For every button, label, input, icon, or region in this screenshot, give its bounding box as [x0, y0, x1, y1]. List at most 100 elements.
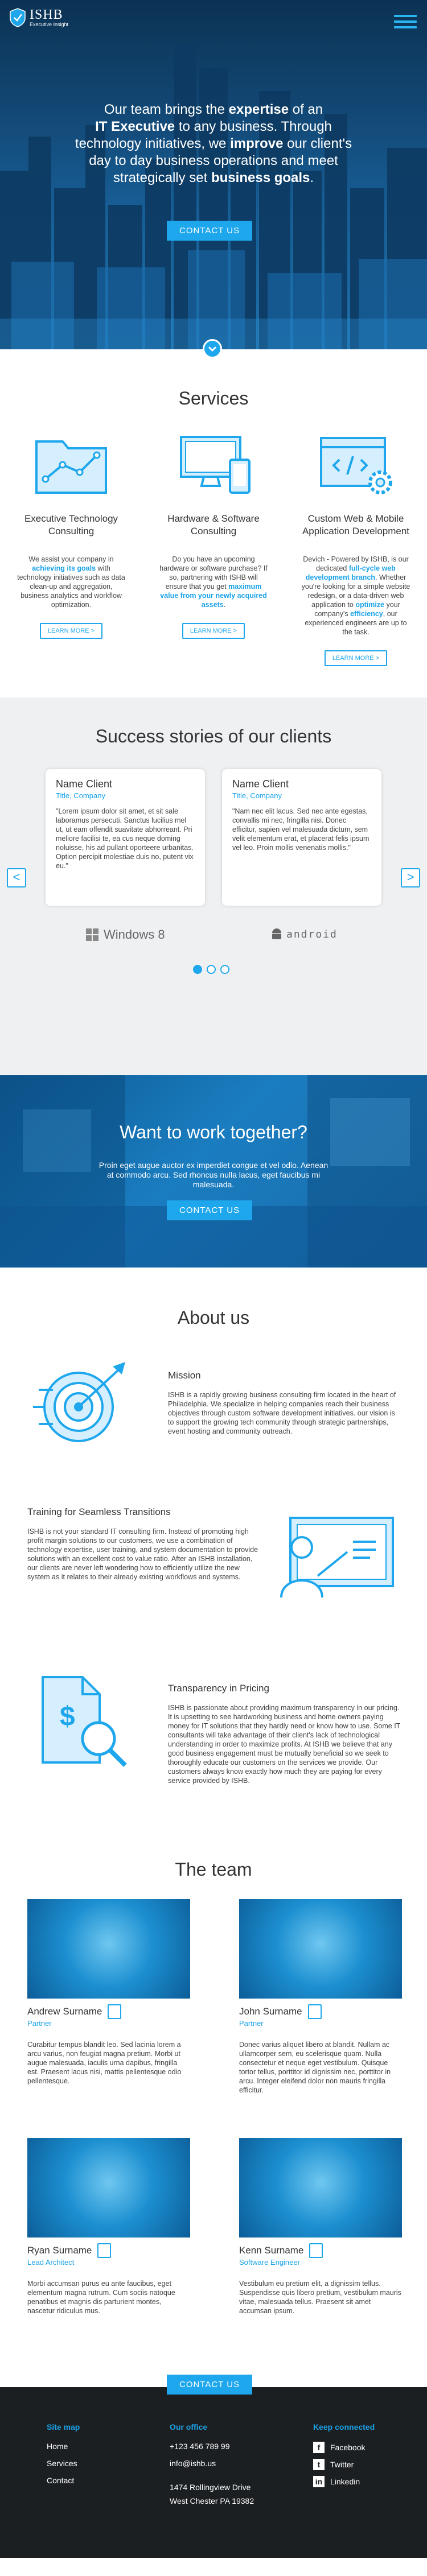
- logo-title: ISHB: [30, 7, 63, 22]
- carousel-dot[interactable]: [193, 965, 202, 974]
- folder-chart-icon: [35, 440, 107, 494]
- resume-pdf-icon[interactable]: [307, 2004, 322, 2019]
- about-section: About us Mission ISHB is a rapidly growi…: [0, 1268, 427, 2315]
- member-role: Partner: [27, 2019, 52, 2028]
- learn-more-button[interactable]: LEARN MORE >: [324, 650, 388, 666]
- presentation-board-icon: [280, 1517, 394, 1598]
- member-description: Morbi accumsan purus eu ante faucibus, e…: [27, 2280, 175, 2315]
- footer-sitemap: Site map Home Services Contact: [47, 2422, 80, 2493]
- member-name: Ryan Surname: [27, 2245, 92, 2256]
- about-training: Training for Seamless Transitions ISHB i…: [27, 1506, 261, 1582]
- hero: ISHB Executive Insight Our team brings t…: [0, 0, 427, 349]
- cta-title: Want to work together?: [120, 1122, 307, 1142]
- footer-link-services[interactable]: Services: [47, 2459, 80, 2468]
- member-role: Partner: [239, 2019, 264, 2028]
- about-heading: Mission: [168, 1370, 201, 1381]
- social-twitter[interactable]: t Twitter: [313, 2459, 375, 2470]
- testimonial-card: Name Client Title, Company "Nam nec elit…: [222, 769, 381, 906]
- about-heading: Training for Seamless Transitions: [27, 1506, 171, 1517]
- service-description: Do you have an upcoming hardware or soft…: [159, 555, 268, 609]
- code-window-gear-icon: [320, 437, 392, 494]
- team-member: Andrew Surname Partner Curabitur tempus …: [27, 1899, 190, 2086]
- devices-icon: [180, 436, 251, 494]
- stories-title: Success stories of our clients: [95, 726, 332, 746]
- about-heading: Transparency in Pricing: [168, 1683, 269, 1694]
- member-name: Andrew Surname: [27, 2006, 102, 2017]
- client-name: Name Client: [56, 778, 113, 790]
- resume-pdf-icon[interactable]: [309, 2243, 323, 2258]
- hero-contact-button[interactable]: CONTACT US: [167, 221, 253, 241]
- linkedin-icon: in: [313, 2476, 325, 2487]
- carousel-dot[interactable]: [207, 965, 216, 974]
- member-photo: [239, 2138, 402, 2238]
- android-icon: [272, 928, 281, 939]
- learn-more-button[interactable]: LEARN MORE >: [39, 623, 103, 639]
- service-title: Hardware & Software Consulting: [167, 513, 260, 536]
- carousel-next-button[interactable]: >: [401, 868, 420, 887]
- hamburger-menu-icon[interactable]: [394, 15, 417, 32]
- service-description: Devich - Powered by ISHB, is our dedicat…: [301, 555, 410, 636]
- office-address-line2: West Chester PA 19382: [170, 2496, 254, 2505]
- about-text: ISHB is a rapidly growing business consu…: [168, 1391, 396, 1435]
- android-logo: android: [270, 927, 338, 941]
- services-title: Services: [178, 388, 249, 408]
- carousel-prev-button[interactable]: <: [7, 868, 26, 887]
- social-linkedin[interactable]: in Linkedin: [313, 2476, 375, 2487]
- footer-link-home[interactable]: Home: [47, 2442, 80, 2451]
- about-text: ISHB is passionate about providing maxim…: [168, 1704, 401, 1785]
- windows-icon: [86, 928, 98, 941]
- office-address-line1: 1474 Rollingview Drive: [170, 2483, 251, 2492]
- member-description: Vestibulum eu pretium elit, a dignissim …: [239, 2280, 401, 2315]
- office-phone[interactable]: +123 456 789 99: [170, 2442, 254, 2451]
- member-photo: [27, 2138, 190, 2238]
- client-role: Title, Company: [232, 791, 282, 800]
- footer-heading: Site map: [47, 2422, 80, 2431]
- about-title: About us: [177, 1307, 250, 1328]
- cta-contact-button[interactable]: CONTACT US: [167, 1200, 253, 1220]
- success-stories-section: Success stories of our clients < > Name …: [0, 697, 427, 1075]
- team-member: Kenn Surname Software Engineer Vestibulu…: [239, 2138, 402, 2315]
- resume-pdf-icon[interactable]: [97, 2243, 112, 2258]
- logo-subtitle: Executive Insight: [30, 22, 69, 27]
- service-web-mobile-dev: Custom Web & Mobile Application Developm…: [293, 434, 418, 666]
- about-mission: Mission ISHB is a rapidly growing busine…: [168, 1370, 401, 1436]
- carousel-dot[interactable]: [220, 965, 229, 974]
- team-section: The team Andrew Surname Partner Curabitu…: [0, 1859, 427, 2457]
- member-name: John Surname: [239, 2006, 302, 2017]
- target-arrow-icon: [33, 1362, 125, 1442]
- footer-office: Our office +123 456 789 99 info@ishb.us …: [170, 2422, 254, 2505]
- service-title: Executive Technology Consulting: [24, 513, 118, 536]
- office-email[interactable]: info@ishb.us: [170, 2459, 254, 2468]
- logo-text: ISHB Executive Insight: [30, 8, 68, 27]
- footer-link-contact[interactable]: Contact: [47, 2476, 80, 2485]
- windows-logo: Windows 8: [85, 927, 165, 942]
- member-name: Kenn Surname: [239, 2245, 304, 2256]
- logo[interactable]: ISHB Executive Insight: [9, 8, 68, 27]
- logo-shield-icon: [10, 8, 26, 27]
- learn-more-button[interactable]: LEARN MORE >: [182, 623, 245, 639]
- footer-social: Keep connected f Facebook t Twitter in Link…: [313, 2422, 375, 2493]
- client-role: Title, Company: [56, 791, 105, 800]
- twitter-icon: t: [313, 2459, 325, 2470]
- hero-headline: Our team brings the expertise of an IT E…: [75, 102, 352, 185]
- member-photo: [239, 1899, 402, 1999]
- footer-heading: Keep connected: [313, 2422, 375, 2431]
- service-hardware-software: Hardware & Software Consulting Do you ha…: [151, 434, 276, 639]
- member-photo: [27, 1899, 190, 1999]
- member-description: Curabitur tempus blandit leo. Sed lacini…: [27, 2041, 182, 2085]
- team-member: John Surname Partner Donec varius alique…: [239, 1899, 402, 2095]
- resume-pdf-icon[interactable]: [108, 2004, 122, 2019]
- cta-text: Proin eget augue auctor ex imperdiet con…: [98, 1161, 329, 1189]
- social-facebook[interactable]: f Facebook: [313, 2442, 375, 2453]
- svg-text:$: $: [60, 1702, 75, 1732]
- footer-heading: Our office: [170, 2422, 208, 2431]
- carousel-pagination: [193, 965, 234, 974]
- footer-contact-button[interactable]: CONTACT US: [167, 2375, 253, 2395]
- facebook-icon: f: [313, 2442, 325, 2453]
- scroll-down-chevron-icon[interactable]: [203, 339, 222, 358]
- service-executive-consulting: Executive Technology Consulting We assis…: [9, 434, 134, 639]
- testimonial-card: Name Client Title, Company "Lorem ipsum …: [46, 769, 205, 906]
- invoice-magnifier-icon: $: [42, 1676, 127, 1767]
- testimonial-quote: "Nam nec elit lacus. Sed nec ante egesta…: [232, 807, 369, 852]
- footer: CONTACT US Site map Home Services Contac…: [0, 2375, 427, 2558]
